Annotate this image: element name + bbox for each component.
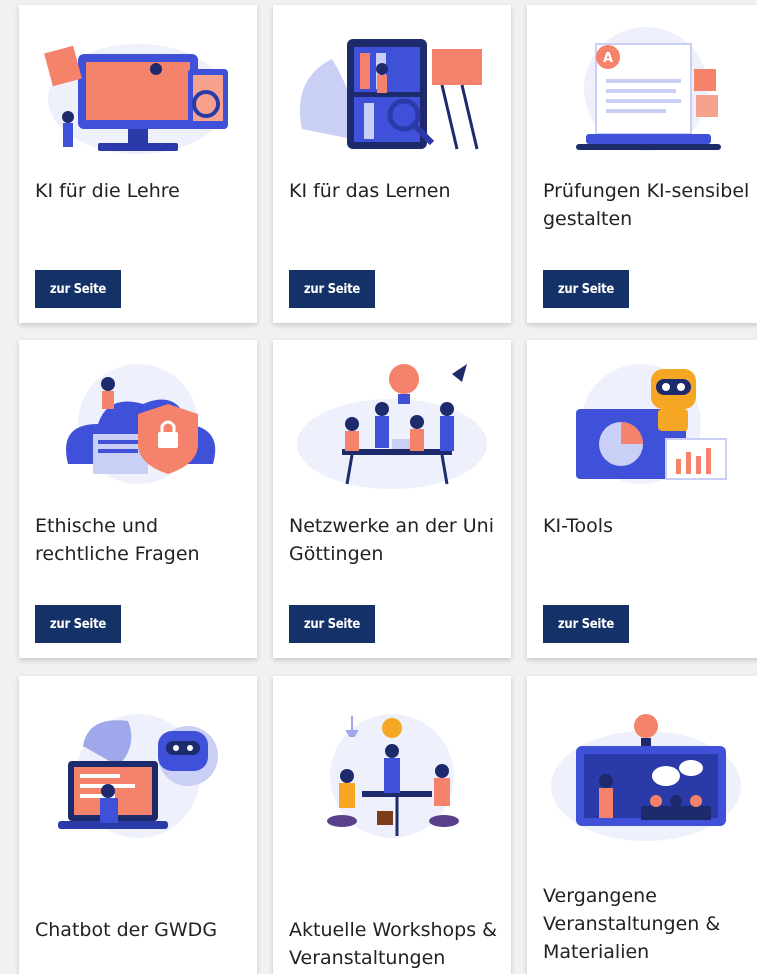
card-chatbot: Chatbot der GWDG (19, 676, 257, 974)
card-ethik: Ethische und rechtliche Fragen zur Seite (19, 340, 257, 658)
presentation-illustration (537, 706, 755, 846)
svg-text:A: A (603, 51, 613, 66)
zur-seite-button[interactable]: zur Seite (289, 605, 375, 643)
chatbot-laptop-illustration (29, 706, 247, 846)
teacher-monitor-illustration (29, 19, 247, 159)
card-title: Chatbot der GWDG (35, 919, 218, 941)
card-pruefungen: A Prüfungen KI-sensibel gestalten zur Se… (527, 5, 757, 323)
robot-tools-illustration (537, 354, 755, 494)
card-title: Prüfungen KI-sensibel gestalten (543, 180, 750, 230)
card-title: Ethische und rechtliche Fragen (35, 515, 200, 565)
card-workshops: Aktuelle Workshops & Veranstaltungen (273, 676, 511, 974)
zur-seite-button[interactable]: zur Seite (289, 270, 375, 308)
security-cloud-illustration (29, 354, 247, 494)
exam-laptop-illustration: A (537, 19, 755, 159)
zur-seite-button[interactable]: zur Seite (543, 270, 629, 308)
card-title: KI für die Lehre (35, 180, 180, 202)
card-ki-tools: KI-Tools zur Seite (527, 340, 757, 658)
card-ki-lehre: KI für die Lehre zur Seite (19, 5, 257, 323)
card-ki-lernen: KI für das Lernen zur Seite (273, 5, 511, 323)
card-title: KI für das Lernen (289, 180, 451, 202)
card-title: Aktuelle Workshops & Veranstaltungen (289, 919, 497, 969)
card-vergangene: Vergangene Veranstaltungen & Materialien (527, 676, 757, 974)
bookshelf-learning-illustration (283, 19, 501, 159)
zur-seite-button[interactable]: zur Seite (35, 605, 121, 643)
card-title: Netzwerke an der Uni Göttingen (289, 515, 494, 565)
card-title: Vergangene Veranstaltungen & Materialien (543, 885, 721, 963)
zur-seite-button[interactable]: zur Seite (35, 270, 121, 308)
card-netzwerke: Netzwerke an der Uni Göttingen zur Seite (273, 340, 511, 658)
card-title: KI-Tools (543, 515, 613, 537)
team-network-illustration (283, 354, 501, 494)
workshop-illustration (283, 706, 501, 846)
zur-seite-button[interactable]: zur Seite (543, 605, 629, 643)
